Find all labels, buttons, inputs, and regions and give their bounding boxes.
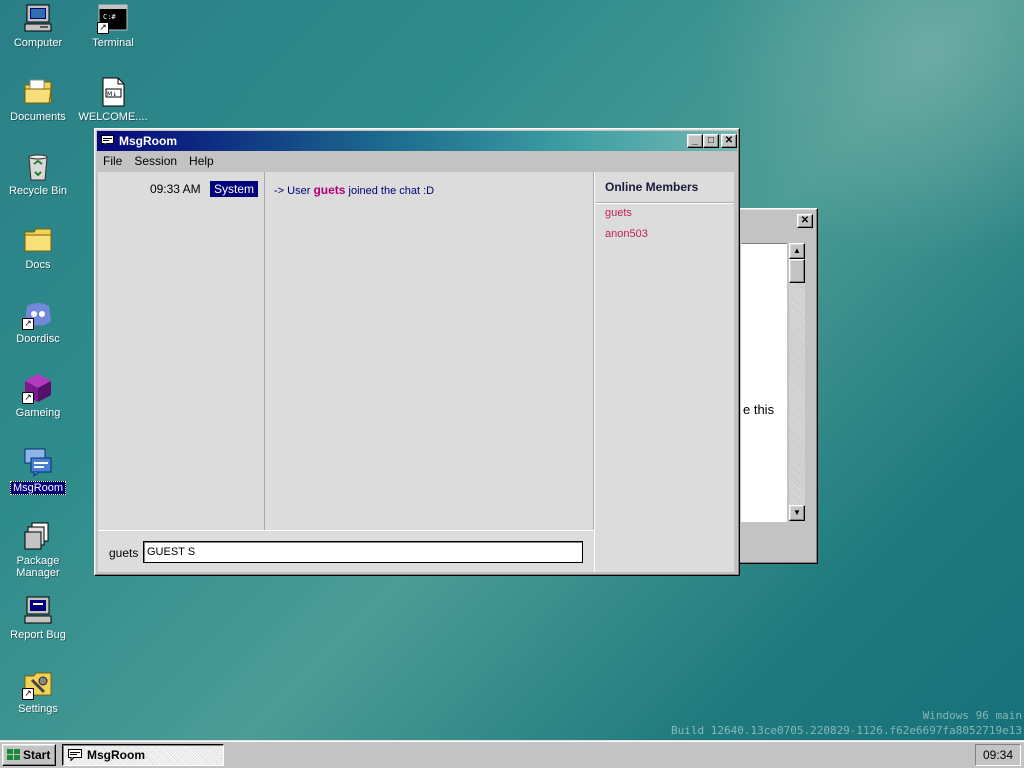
desktop-icon-terminal[interactable]: C:# ↗ Terminal bbox=[75, 2, 151, 49]
build-watermark: Windows 96 main Build 12640.13ce0705.220… bbox=[671, 708, 1022, 738]
start-button[interactable]: Start bbox=[2, 744, 56, 766]
desktop-icon-label: Package Manager bbox=[16, 555, 60, 579]
arrow-up-icon: ▲ bbox=[793, 246, 801, 255]
desktop-icon-label: Recycle Bin bbox=[8, 185, 68, 197]
taskbar-item-label: MsgRoom bbox=[87, 748, 145, 762]
report-bug-icon bbox=[22, 594, 54, 626]
close-icon: ✕ bbox=[724, 135, 734, 146]
folder-icon bbox=[22, 224, 54, 256]
maximize-button[interactable]: □ bbox=[703, 134, 719, 148]
message-log[interactable]: -> User guets joined the chat :D bbox=[265, 172, 594, 530]
watermark-line-1: Windows 96 main bbox=[922, 709, 1022, 722]
sender-badge: System bbox=[209, 181, 258, 197]
desktop-icon-doordisc[interactable]: ↗ Doordisc bbox=[0, 298, 76, 345]
message-username: guets bbox=[313, 183, 346, 197]
message-suffix: joined the chat :D bbox=[348, 185, 435, 197]
terminal-icon: C:# ↗ bbox=[97, 2, 129, 34]
message-prefix: -> User bbox=[274, 185, 311, 197]
desktop-icon-recycle-bin[interactable]: Recycle Bin bbox=[0, 150, 76, 197]
msgroom-icon bbox=[22, 446, 54, 478]
package-manager-icon bbox=[22, 520, 54, 552]
svg-text:M↓: M↓ bbox=[107, 91, 117, 98]
scroll-up-button[interactable]: ▲ bbox=[789, 243, 805, 259]
desktop-icon-label: WELCOME.... bbox=[78, 111, 148, 123]
markdown-file-icon: M↓ bbox=[97, 76, 129, 108]
desktop-icon-label: Docs bbox=[25, 259, 51, 271]
desktop-icon-label: Documents bbox=[10, 111, 66, 123]
desktop-icon-documents[interactable]: Documents bbox=[0, 76, 76, 123]
taskbar-clock: 09:34 bbox=[975, 744, 1021, 766]
scroll-thumb[interactable] bbox=[789, 259, 805, 283]
online-members-title: Online Members bbox=[595, 172, 734, 203]
doordisc-icon: ↗ bbox=[22, 298, 54, 330]
taskbar-item-msgroom[interactable]: MsgRoom bbox=[62, 744, 224, 766]
game-cube-icon: ↗ bbox=[22, 372, 54, 404]
message-text: -> User guets joined the chat :D bbox=[274, 183, 434, 197]
desktop-icon-label: MsgRoom bbox=[9, 481, 67, 495]
message-meta-row: 09:33 AM System bbox=[98, 181, 258, 197]
background-window-close-button[interactable]: ✕ bbox=[797, 214, 813, 228]
background-window-scrollbar[interactable]: ▲ ▼ bbox=[789, 243, 805, 521]
desktop-icon-label: Report Bug bbox=[10, 629, 66, 641]
background-window-partial-text: e this bbox=[743, 402, 775, 417]
msgroom-icon bbox=[101, 135, 114, 146]
recycle-bin-icon bbox=[22, 150, 54, 182]
shortcut-arrow-icon: ↗ bbox=[22, 392, 34, 404]
desktop-icon-label: Gameing bbox=[15, 407, 61, 419]
nickname-label: guets bbox=[109, 546, 139, 560]
start-label: Start bbox=[23, 748, 51, 762]
shortcut-arrow-icon: ↗ bbox=[22, 688, 34, 700]
shortcut-arrow-icon: ↗ bbox=[97, 22, 109, 34]
desktop-icon-label: Terminal bbox=[92, 37, 134, 49]
member-item[interactable]: guets bbox=[595, 203, 734, 224]
minimize-icon: _ bbox=[692, 135, 698, 146]
settings-icon: ↗ bbox=[22, 668, 54, 700]
menu-session[interactable]: Session bbox=[128, 154, 183, 168]
start-logo-icon bbox=[7, 749, 20, 760]
watermark-line-2: Build 12640.13ce0705.220829-1126.f62e669… bbox=[671, 724, 1022, 737]
desktop-icon-msgroom[interactable]: MsgRoom bbox=[0, 446, 76, 495]
taskbar: Start MsgRoom 09:34 bbox=[0, 740, 1024, 768]
chat-body: 09:33 AM System -> User guets joined the… bbox=[98, 172, 734, 572]
desktop-icon-docs[interactable]: Docs bbox=[0, 224, 76, 271]
desktop-icon-label: Doordisc bbox=[16, 333, 60, 345]
desktop-icon-label: Settings bbox=[18, 703, 58, 715]
online-members-panel: Online Members guets anon503 bbox=[594, 172, 734, 572]
shortcut-arrow-icon: ↗ bbox=[22, 318, 34, 330]
desktop-icon-welcome[interactable]: M↓ WELCOME.... bbox=[75, 76, 151, 123]
background-window[interactable]: ✕ e this ▲ ▼ bbox=[736, 208, 818, 564]
message-meta-column: 09:33 AM System bbox=[98, 172, 265, 530]
desktop-icon-gameing[interactable]: ↗ Gameing bbox=[0, 372, 76, 419]
desktop-icon-computer[interactable]: Computer bbox=[0, 2, 76, 49]
close-button[interactable]: ✕ bbox=[721, 134, 737, 148]
menu-bar: File Session Help bbox=[97, 151, 737, 171]
desktop-icon-settings[interactable]: ↗ Settings bbox=[0, 668, 76, 715]
msgroom-window[interactable]: MsgRoom _ □ ✕ File Session Help 09:33 AM… bbox=[94, 128, 740, 576]
menu-file[interactable]: File bbox=[97, 154, 128, 168]
message-timestamp: 09:33 AM bbox=[149, 182, 201, 196]
maximize-icon: □ bbox=[707, 135, 715, 146]
close-icon: ✕ bbox=[800, 215, 810, 226]
desktop-icon-package-manager[interactable]: Package Manager bbox=[0, 520, 76, 579]
msgroom-icon bbox=[68, 749, 82, 761]
menu-help[interactable]: Help bbox=[183, 154, 220, 168]
computer-icon bbox=[22, 2, 54, 34]
svg-text:C:#: C:# bbox=[103, 13, 116, 21]
desktop-icon-report-bug[interactable]: Report Bug bbox=[0, 594, 76, 641]
message-input-area: guets bbox=[98, 530, 594, 572]
documents-folder-icon bbox=[22, 76, 54, 108]
window-titlebar[interactable]: MsgRoom _ □ ✕ bbox=[97, 131, 737, 151]
message-input[interactable] bbox=[143, 541, 583, 563]
background-window-content: e this bbox=[741, 243, 787, 522]
arrow-down-icon: ▼ bbox=[793, 508, 801, 517]
scroll-down-button[interactable]: ▼ bbox=[789, 505, 805, 521]
member-item[interactable]: anon503 bbox=[595, 224, 734, 245]
desktop-icon-label: Computer bbox=[13, 37, 63, 49]
window-title: MsgRoom bbox=[119, 134, 177, 148]
minimize-button[interactable]: _ bbox=[687, 134, 703, 148]
